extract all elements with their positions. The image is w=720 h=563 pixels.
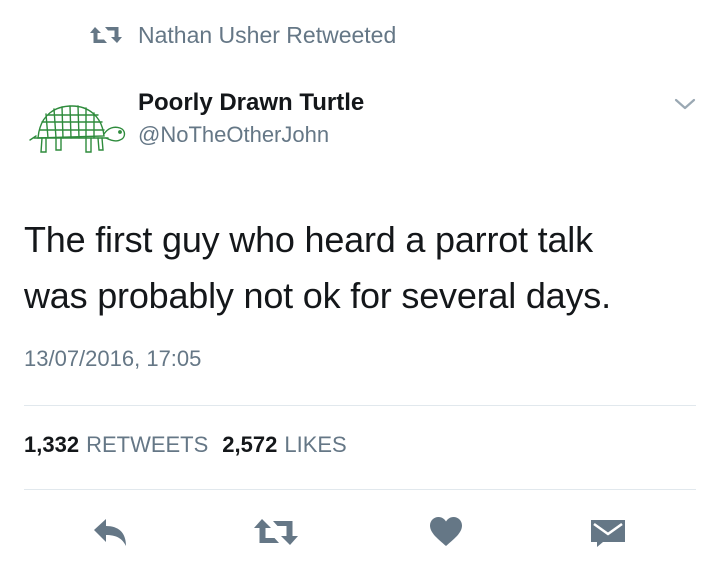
tweet-stats: 1,332 RETWEETS 2,572 LIKES xyxy=(24,432,361,458)
retweet-icon xyxy=(88,23,124,47)
tweet-text-line: The first guy who heard a parrot talk xyxy=(24,219,593,260)
author-handle[interactable]: @NoTheOtherJohn xyxy=(138,120,364,150)
chevron-down-icon[interactable] xyxy=(672,94,698,114)
likes-label: LIKES xyxy=(284,432,347,457)
retweets-stat[interactable]: 1,332 RETWEETS xyxy=(24,432,208,458)
tweet-text-line: was probably not ok for several days. xyxy=(24,275,611,316)
reply-icon xyxy=(94,519,126,546)
retweets-label: RETWEETS xyxy=(86,432,209,457)
turtle-drawing-avatar xyxy=(29,105,126,153)
divider xyxy=(24,489,696,490)
tweet-text: The first guy who heard a parrot talk wa… xyxy=(24,212,704,324)
author-display-name[interactable]: Poorly Drawn Turtle xyxy=(138,88,364,118)
retweeted-by-text[interactable]: Nathan Usher Retweeted xyxy=(138,22,396,49)
likes-stat[interactable]: 2,572 LIKES xyxy=(222,432,346,458)
heart-icon xyxy=(430,517,462,546)
like-button[interactable] xyxy=(424,512,468,552)
retweet-context-header: Nathan Usher Retweeted xyxy=(88,18,396,52)
retweet-icon xyxy=(254,519,298,545)
likes-count: 2,572 xyxy=(222,432,278,457)
retweet-button[interactable] xyxy=(250,512,302,552)
author-names[interactable]: Poorly Drawn Turtle @NoTheOtherJohn xyxy=(138,88,364,150)
reply-button[interactable] xyxy=(86,512,134,552)
retweets-count: 1,332 xyxy=(24,432,80,457)
divider xyxy=(24,405,696,406)
avatar[interactable] xyxy=(28,100,132,162)
direct-message-button[interactable] xyxy=(584,512,632,552)
tweet-timestamp[interactable]: 13/07/2016, 17:05 xyxy=(24,346,201,372)
envelope-icon xyxy=(591,520,625,547)
